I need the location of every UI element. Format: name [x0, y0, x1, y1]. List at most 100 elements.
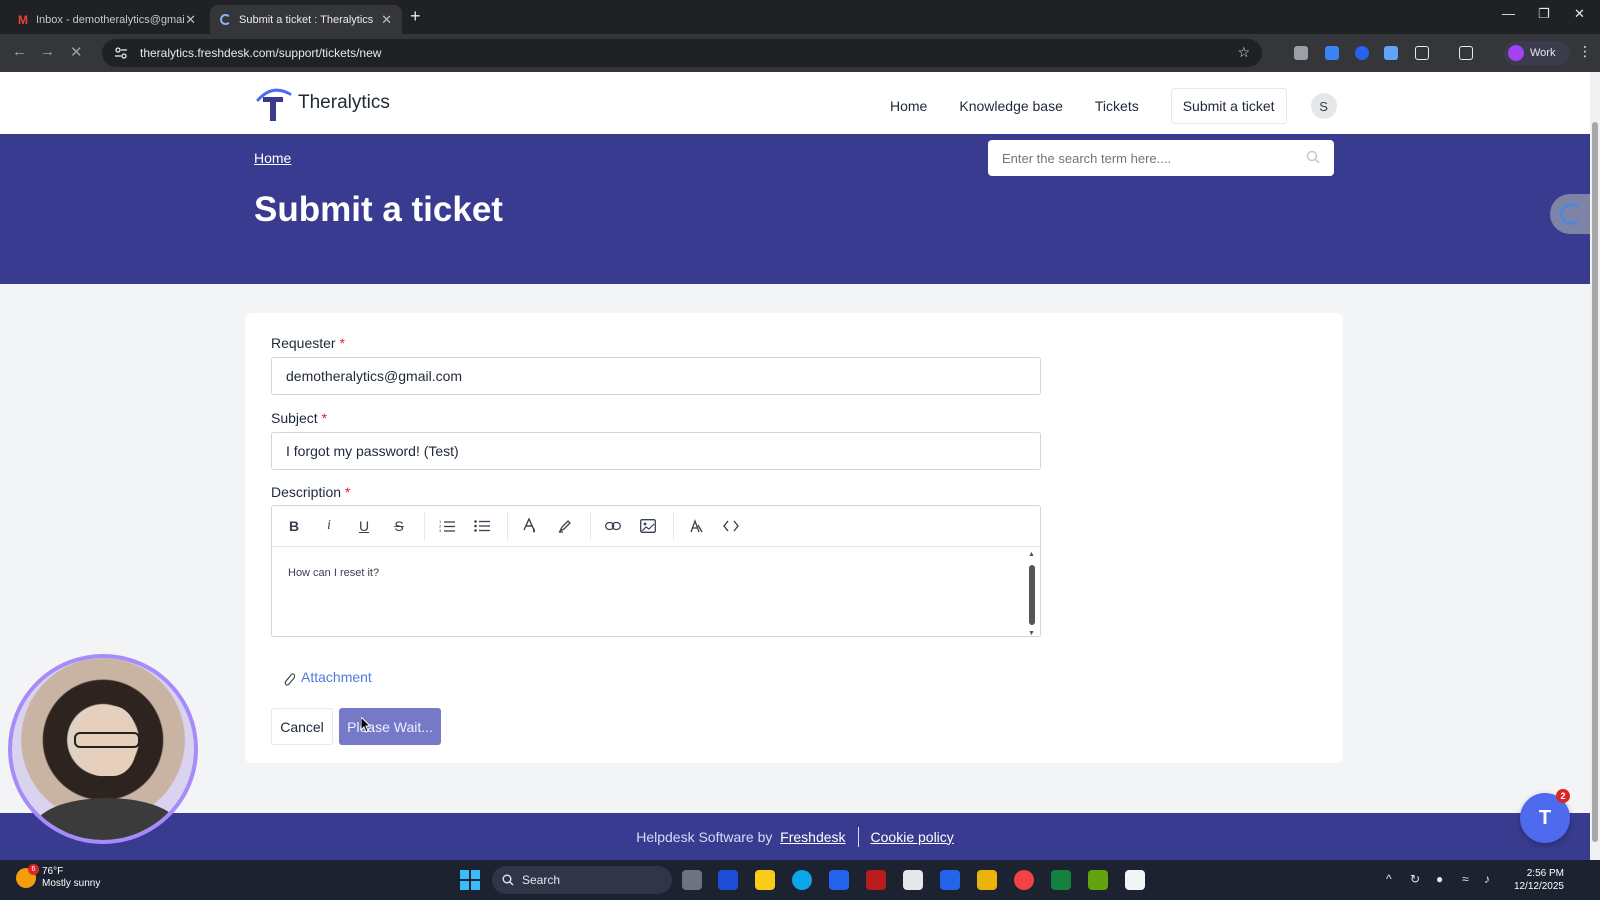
page-scrollbar[interactable]: [1590, 72, 1600, 860]
new-tab-icon[interactable]: +: [410, 6, 421, 27]
underline-icon[interactable]: U: [350, 512, 378, 540]
cookie-policy-link[interactable]: Cookie policy: [871, 829, 954, 845]
volume-icon[interactable]: ♪: [1484, 872, 1490, 886]
strikethrough-icon[interactable]: S: [385, 512, 413, 540]
sync-icon[interactable]: ↻: [1410, 872, 1420, 886]
close-icon[interactable]: ✕: [185, 12, 196, 28]
gmail-icon: M: [18, 12, 28, 27]
notification-badge: 2: [1556, 789, 1570, 803]
weather-text: 76°F Mostly sunny: [42, 866, 100, 890]
sticky-notes-icon[interactable]: [755, 870, 775, 890]
url-text: theralytics.freshdesk.com/support/ticket…: [140, 46, 382, 60]
filezilla-icon[interactable]: [866, 870, 886, 890]
highlight-icon[interactable]: [551, 512, 579, 540]
chrome-icon[interactable]: [1014, 870, 1034, 890]
windows-start-icon[interactable]: [460, 870, 480, 890]
weather-badge: 6: [28, 864, 39, 875]
side-panel-icon[interactable]: [1459, 46, 1473, 60]
attachment-link[interactable]: Attachment: [283, 668, 372, 686]
ordered-list-icon[interactable]: 123: [433, 512, 461, 540]
weather-widget[interactable]: 6 76°F Mostly sunny: [16, 864, 100, 890]
code-view-icon[interactable]: [717, 512, 745, 540]
tray-chevron-icon[interactable]: ^: [1386, 872, 1392, 886]
submit-button[interactable]: Please Wait...: [339, 708, 441, 745]
subject-label-text: Subject: [271, 410, 318, 426]
user-avatar[interactable]: S: [1310, 93, 1337, 119]
clear-formatting-icon[interactable]: [682, 512, 710, 540]
search-icon[interactable]: [1306, 150, 1320, 164]
description-text: How can I reset it?: [288, 567, 380, 579]
freshdesk-link[interactable]: Freshdesk: [780, 829, 845, 845]
stop-loading-icon[interactable]: ✕: [70, 43, 83, 61]
webcam-person-body: [34, 798, 180, 840]
nav-knowledge-base[interactable]: Knowledge base: [959, 98, 1063, 114]
clock-date: 12/12/2025: [1513, 881, 1564, 892]
text-color-icon[interactable]: [516, 512, 544, 540]
snipping-tool-icon[interactable]: [1125, 870, 1145, 890]
windows-taskbar: 6 76°F Mostly sunny Search ^ ↻ ● ≈ ♪ 2:5…: [0, 860, 1600, 900]
close-icon[interactable]: ✕: [381, 12, 392, 28]
editor-scrollbar[interactable]: ▲ ▼: [1028, 551, 1036, 637]
subject-label: Subject *: [271, 410, 327, 426]
site-footer: Helpdesk Software by Freshdesk Cookie po…: [0, 813, 1590, 860]
italic-icon[interactable]: i: [315, 512, 343, 540]
site-logo[interactable]: Theralytics: [254, 84, 390, 122]
blue-extension-icon[interactable]: [1355, 46, 1369, 60]
gear-extension-icon[interactable]: [1384, 46, 1398, 60]
scroll-down-arrow-icon[interactable]: ▼: [1028, 630, 1035, 637]
subject-field[interactable]: I forgot my password! (Test): [271, 432, 1041, 470]
window-close-icon[interactable]: ✕: [1574, 6, 1585, 22]
address-bar[interactable]: theralytics.freshdesk.com/support/ticket…: [102, 39, 1262, 67]
bold-icon[interactable]: B: [280, 512, 308, 540]
shield-extension-icon[interactable]: [1325, 46, 1339, 60]
nav-tickets[interactable]: Tickets: [1095, 98, 1139, 114]
description-input[interactable]: How can I reset it? ▲ ▼: [272, 547, 1040, 637]
scroll-up-arrow-icon[interactable]: ▲: [1028, 551, 1035, 558]
cancel-button[interactable]: Cancel: [271, 708, 333, 745]
taskbar-search[interactable]: Search: [492, 866, 672, 894]
puzzle-extensions-icon[interactable]: [1415, 46, 1429, 60]
loading-spinner-icon: [220, 14, 231, 25]
bookmark-star-icon[interactable]: ☆: [1237, 44, 1250, 61]
nav-submit-ticket[interactable]: Submit a ticket: [1170, 88, 1287, 124]
store-icon[interactable]: [903, 870, 923, 890]
outlook-icon[interactable]: [829, 870, 849, 890]
more-menu-icon[interactable]: ⋮: [1578, 43, 1592, 60]
profile-button[interactable]: Work: [1504, 41, 1570, 65]
image-icon[interactable]: [634, 512, 662, 540]
forward-icon[interactable]: →: [40, 43, 55, 60]
scroll-thumb[interactable]: [1029, 565, 1035, 625]
brand-name: Theralytics: [298, 92, 390, 113]
floating-side-widget[interactable]: [1550, 194, 1590, 234]
edge-icon[interactable]: [792, 870, 812, 890]
search-input[interactable]: [988, 150, 1288, 166]
bullet-list-icon[interactable]: [468, 512, 496, 540]
zoom-icon[interactable]: [940, 870, 960, 890]
excel-icon[interactable]: [1051, 870, 1071, 890]
system-clock[interactable]: 2:56 PM 12/12/2025: [1512, 867, 1564, 893]
page-scroll-thumb[interactable]: [1592, 122, 1598, 842]
site-info-icon[interactable]: [114, 46, 128, 60]
back-icon[interactable]: ←: [12, 43, 27, 60]
file-explorer-icon[interactable]: [977, 870, 997, 890]
ticket-form: Requester * demotheralytics@gmail.com Su…: [245, 313, 1343, 763]
minimize-icon[interactable]: —: [1502, 6, 1515, 21]
settings-app-icon[interactable]: [718, 870, 738, 890]
requester-field[interactable]: demotheralytics@gmail.com: [271, 357, 1041, 395]
nav-home[interactable]: Home: [890, 98, 927, 114]
help-widget-button[interactable]: T 2: [1520, 789, 1570, 843]
camera-extension-icon[interactable]: [1294, 46, 1308, 60]
restore-icon[interactable]: ❐: [1538, 6, 1550, 22]
webcam-person-glasses: [74, 732, 140, 748]
tab-submit-ticket[interactable]: Submit a ticket : Theralytics ✕: [210, 5, 402, 34]
description-label-text: Description: [271, 484, 342, 500]
wifi-icon[interactable]: ≈: [1462, 872, 1469, 886]
weather-desc: Mostly sunny: [42, 878, 101, 889]
microphone-icon[interactable]: ●: [1436, 872, 1443, 886]
hero-banner: Home Submit a ticket: [0, 134, 1590, 284]
task-view-icon[interactable]: [682, 870, 702, 890]
link-icon[interactable]: [599, 512, 627, 540]
layers-app-icon[interactable]: [1088, 870, 1108, 890]
breadcrumb-home[interactable]: Home: [254, 150, 291, 166]
tab-gmail-inbox[interactable]: M Inbox - demotheralytics@gmail.com ✕: [8, 5, 206, 34]
